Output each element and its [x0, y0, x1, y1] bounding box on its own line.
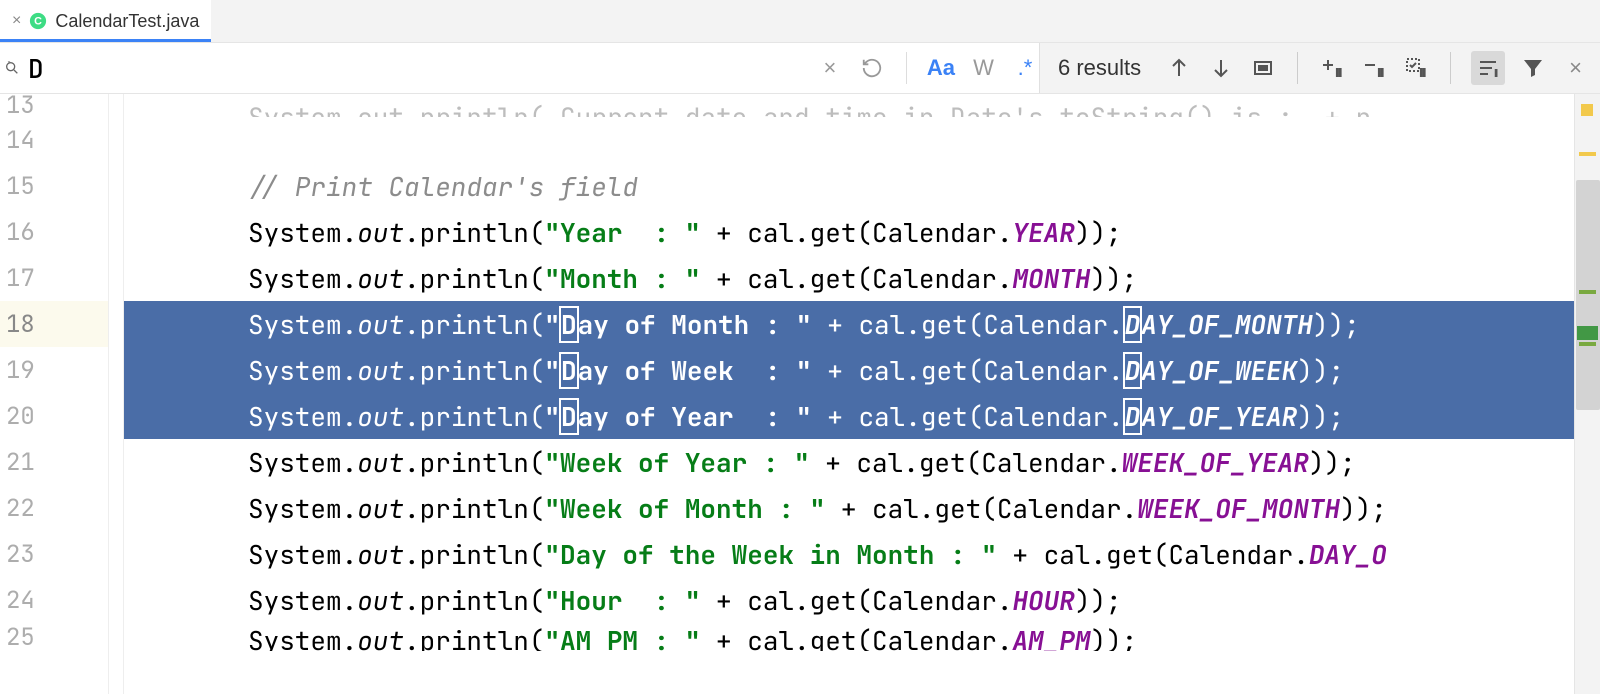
- next-match-icon[interactable]: [1207, 54, 1235, 82]
- close-find-bar-icon[interactable]: ×: [1569, 55, 1582, 81]
- line-number: 15: [0, 163, 108, 209]
- svg-text:II: II: [1378, 68, 1384, 79]
- line-number: 13: [0, 94, 108, 117]
- code-line[interactable]: System.out.println("Day of Week : " + ca…: [124, 347, 1600, 393]
- file-tab[interactable]: × C CalendarTest.java: [0, 0, 211, 42]
- line-number: 14: [0, 117, 108, 163]
- divider: [1297, 52, 1298, 84]
- code-line[interactable]: System.out.println("Day of the Week in M…: [124, 531, 1600, 577]
- line-number: 19: [0, 347, 108, 393]
- svg-text:II: II: [1420, 68, 1426, 79]
- match-case-toggle[interactable]: Aa: [927, 54, 955, 82]
- divider: [1450, 52, 1451, 84]
- line-number: 24: [0, 577, 108, 623]
- code-line[interactable]: [124, 117, 1600, 163]
- line-number-gutter: 13141516171819202122232425: [0, 94, 108, 694]
- find-bar: × Aa W .* 6 results II II II I: [0, 42, 1600, 94]
- remove-selection-icon[interactable]: II: [1360, 54, 1388, 82]
- line-number: 21: [0, 439, 108, 485]
- code-content[interactable]: System.out.println( Current date and tim…: [124, 94, 1600, 694]
- select-all-icon[interactable]: II: [1402, 54, 1430, 82]
- svg-text:II: II: [1336, 68, 1342, 79]
- code-line[interactable]: // Print Calendar's field: [124, 163, 1600, 209]
- code-line[interactable]: System.out.println("Hour : " + cal.get(C…: [124, 577, 1600, 623]
- filter-icon[interactable]: [1519, 54, 1547, 82]
- warning-marker[interactable]: [1579, 152, 1596, 156]
- select-all-occurrences-icon[interactable]: [1249, 54, 1277, 82]
- code-line[interactable]: System.out.println("Day of Month : " + c…: [124, 301, 1600, 347]
- code-editor[interactable]: 13141516171819202122232425 System.out.pr…: [0, 94, 1600, 694]
- line-number: 23: [0, 531, 108, 577]
- add-selection-icon[interactable]: II: [1318, 54, 1346, 82]
- search-history-icon[interactable]: [858, 54, 886, 82]
- line-number: 16: [0, 209, 108, 255]
- svg-text:C: C: [34, 16, 42, 28]
- fold-strip: [108, 94, 124, 694]
- previous-match-icon[interactable]: [1165, 54, 1193, 82]
- code-line[interactable]: System.out.println("Week of Month : " + …: [124, 485, 1600, 531]
- java-class-icon: C: [29, 12, 47, 30]
- search-input[interactable]: [28, 51, 568, 86]
- find-results-panel: 6 results II II II I ×: [1039, 43, 1600, 93]
- code-line[interactable]: System.out.println("Year : " + cal.get(C…: [124, 209, 1600, 255]
- divider: [906, 52, 907, 84]
- code-line[interactable]: System.out.println("Week of Year : " + c…: [124, 439, 1600, 485]
- close-tab-icon[interactable]: ×: [12, 12, 21, 30]
- code-line[interactable]: System.out.println("Month : " + cal.get(…: [124, 255, 1600, 301]
- line-number: 22: [0, 485, 108, 531]
- editor-tab-bar: × C CalendarTest.java: [0, 0, 1600, 42]
- results-count: 6 results: [1058, 55, 1141, 81]
- code-line[interactable]: System.out.println("Day of Year : " + ca…: [124, 393, 1600, 439]
- vertical-scrollbar[interactable]: [1576, 180, 1600, 410]
- code-line[interactable]: System.out.println( Current date and tim…: [124, 94, 1600, 117]
- tab-title: CalendarTest.java: [55, 11, 199, 32]
- search-dropdown-icon[interactable]: [4, 60, 20, 76]
- filter-search-icon[interactable]: I: [1471, 51, 1505, 85]
- regex-toggle[interactable]: .*: [1011, 54, 1039, 82]
- line-number: 20: [0, 393, 108, 439]
- svg-text:I: I: [1495, 69, 1497, 78]
- line-number: 18: [0, 301, 108, 347]
- warning-marker-icon[interactable]: [1581, 104, 1593, 116]
- clear-search-icon[interactable]: ×: [816, 54, 844, 82]
- code-line[interactable]: System.out.println("AM PM : " + cal.get(…: [124, 623, 1600, 651]
- whole-words-toggle[interactable]: W: [969, 54, 997, 82]
- line-number: 25: [0, 623, 108, 651]
- line-number: 17: [0, 255, 108, 301]
